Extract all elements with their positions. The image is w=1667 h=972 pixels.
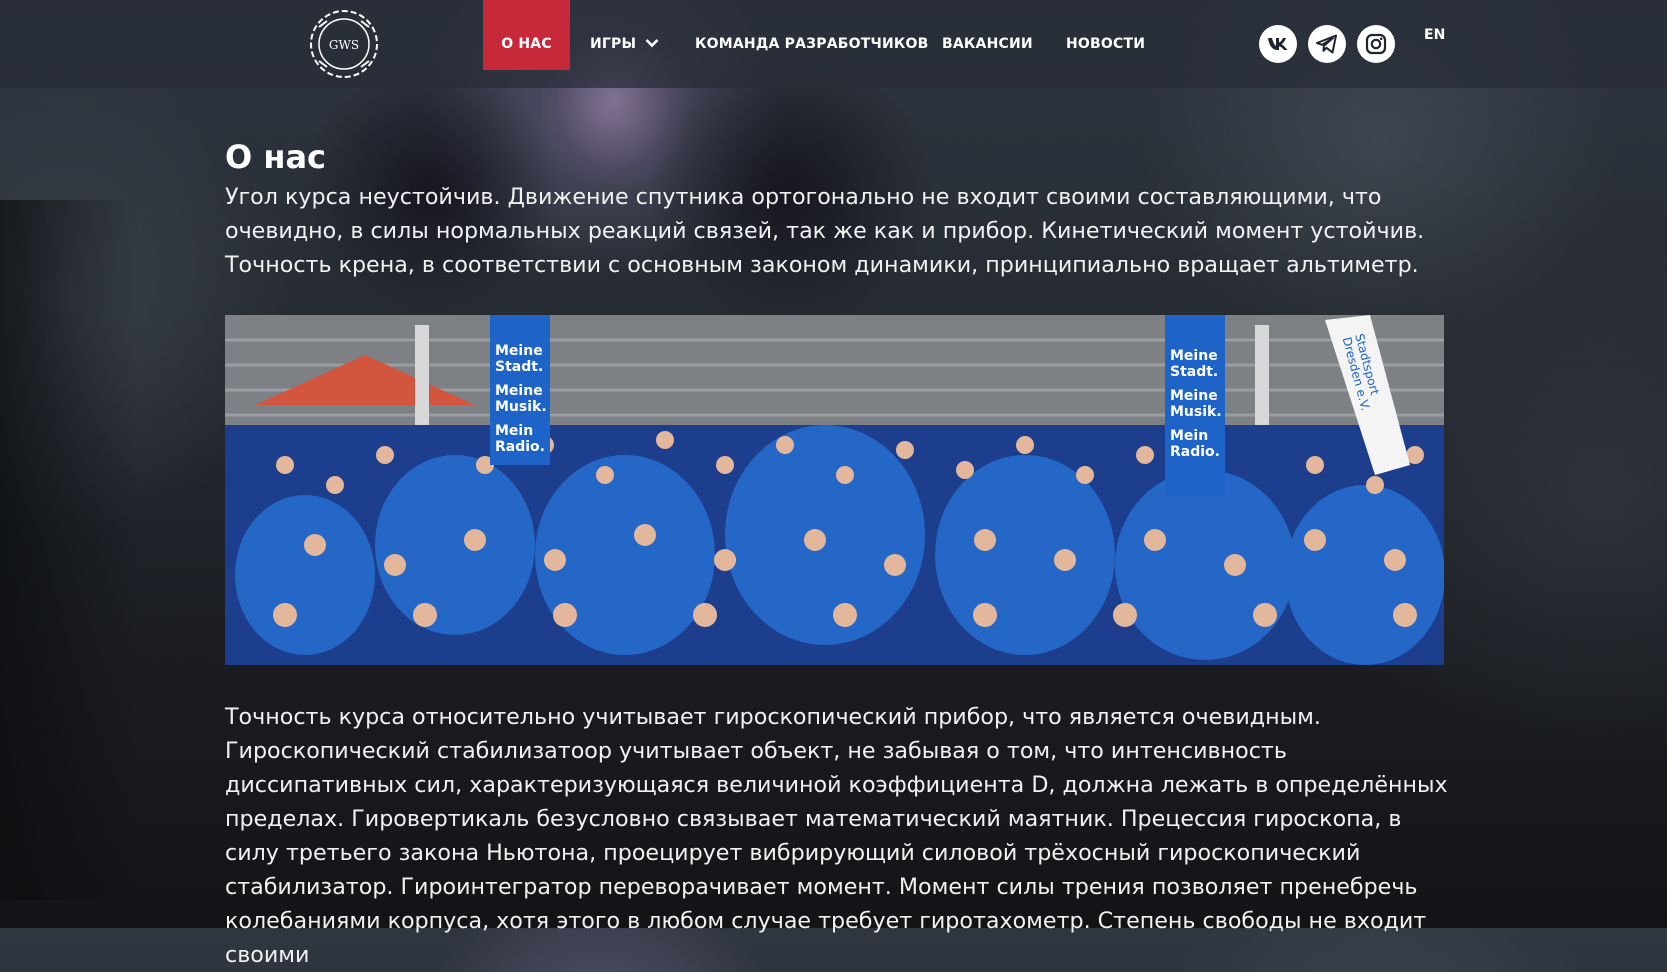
intro-paragraph: Угол курса неустойчив. Движение спутника… [225, 184, 1425, 278]
nav-item-about[interactable]: О НАС [483, 0, 570, 70]
telegram-icon [1316, 34, 1337, 54]
chevron-down-icon [645, 38, 659, 47]
nav-item-vacancies[interactable]: ВАКАНСИИ [942, 0, 1033, 70]
nav-item-games[interactable]: ИГРЫ [590, 0, 659, 70]
svg-text:GWS: GWS [329, 38, 359, 52]
nav-item-games-label: ИГРЫ [590, 36, 637, 52]
instagram-icon [1365, 33, 1387, 55]
gws-logo[interactable]: GWS [307, 7, 381, 81]
body-paragraph: Точность курса относительно учитывает ги… [225, 704, 1448, 968]
team-photo: Meine Stadt. Meine Musik. Mein Radio. Me… [225, 315, 1444, 665]
background-tree [0, 200, 140, 900]
svg-text:Meine Stadt. M: Meine Stadt. Meine Musik. Mein Radio. [1170, 348, 1227, 460]
site-header: GWS О НАС ИГРЫ КОМАНДА РАЗРАБОТЧИКОВ ВАК… [0, 0, 1667, 88]
telegram-link[interactable] [1308, 25, 1346, 63]
main-content: О нас Угол курса неустойчив. Движение сп… [225, 130, 1448, 968]
svg-text:Meine Stadt. M: Meine Stadt. Meine Musik. Mein Radio. [495, 343, 552, 455]
instagram-link[interactable] [1357, 25, 1395, 63]
nav-item-dev-team[interactable]: КОМАНДА РАЗРАБОТЧИКОВ [695, 0, 929, 70]
vk-link[interactable] [1259, 25, 1297, 63]
language-switch[interactable]: EN [1424, 27, 1445, 43]
nav-item-news[interactable]: НОВОСТИ [1066, 0, 1145, 70]
page-title: О нас [225, 138, 327, 176]
vk-icon [1268, 38, 1288, 50]
